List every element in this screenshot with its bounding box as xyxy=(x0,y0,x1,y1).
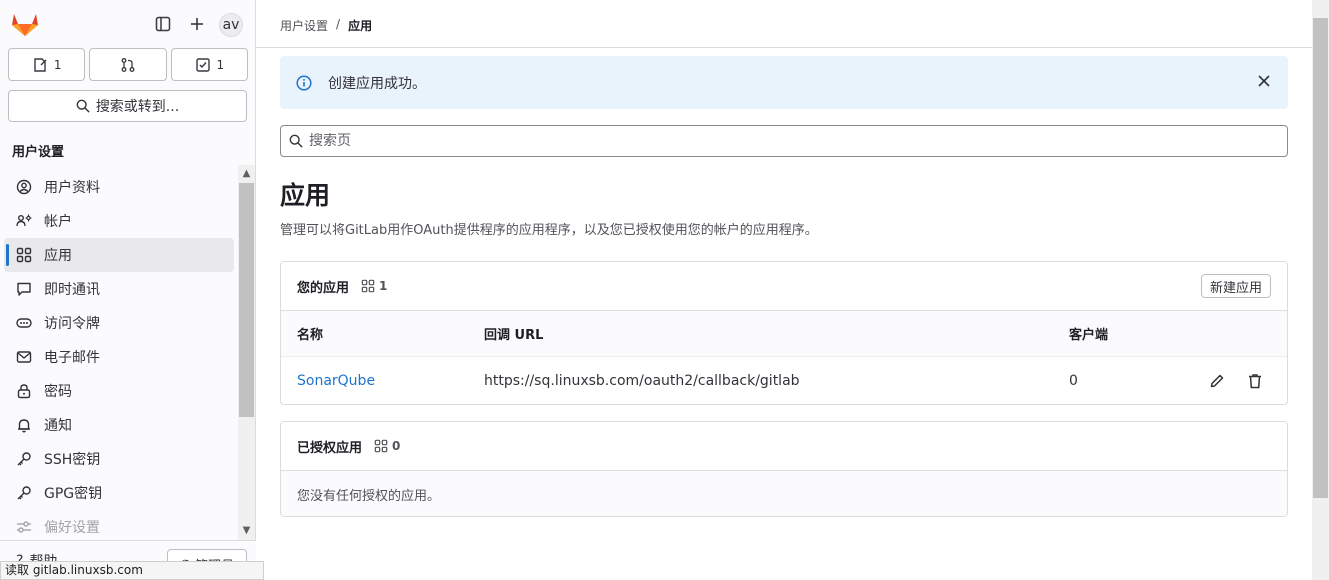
merge-request-icon xyxy=(121,57,135,72)
sidebar-scroll-thumb[interactable] xyxy=(239,183,254,417)
avatar[interactable]: av xyxy=(219,13,243,37)
sidebar-item-account[interactable]: 帐户 xyxy=(4,204,234,238)
sidebar: av 1 1 搜索或转到... 用户设置 用户资料 帐户 应用 即时通讯 访问令… xyxy=(0,0,256,580)
your-apps-count: 1 xyxy=(361,279,387,293)
clients-count: 0 xyxy=(1069,372,1078,389)
todo-icon xyxy=(195,57,210,72)
sidebar-item-notifications[interactable]: 通知 xyxy=(4,408,234,442)
sidebar-item-gpg-keys[interactable]: GPG密钥 xyxy=(4,476,234,510)
search-input[interactable] xyxy=(309,133,1209,149)
breadcrumb-separator: / xyxy=(336,17,341,31)
sidebar-item-label: 偏好设置 xyxy=(44,520,100,536)
your-apps-title: 您的应用 xyxy=(297,280,350,296)
merge-requests-counter[interactable] xyxy=(89,48,167,81)
search-button-label: 搜索或转到... xyxy=(95,99,180,115)
column-header-callback: 回调 URL xyxy=(484,328,544,343)
close-icon[interactable] xyxy=(1256,73,1272,89)
page-description: 管理可以将GitLab用作OAuth提供程序的应用程序，以及您已授权使用您的帐户… xyxy=(280,223,818,238)
sidebar-item-applications[interactable]: 应用 xyxy=(4,238,234,272)
column-header-name: 名称 xyxy=(297,328,324,343)
key-icon xyxy=(16,485,32,501)
issues-counter[interactable]: 1 xyxy=(8,48,86,81)
authorized-apps-count: 0 xyxy=(374,439,400,453)
new-application-button[interactable]: 新建应用 xyxy=(1200,274,1271,298)
sidebar-item-label: GPG密钥 xyxy=(44,486,103,502)
your-apps-count-value: 1 xyxy=(379,279,388,293)
sidebar-nav: 用户资料 帐户 应用 即时通讯 访问令牌 电子邮件 密码 通知 SSH密钥 GP… xyxy=(0,170,238,540)
scroll-up-icon[interactable]: ▲ xyxy=(241,168,252,179)
table-row: SonarQube https://sq.linuxsb.com/oauth2/… xyxy=(281,357,1287,404)
token-icon xyxy=(16,315,32,331)
sidebar-item-password[interactable]: 密码 xyxy=(4,374,234,408)
sidebar-item-chat[interactable]: 即时通讯 xyxy=(4,272,234,306)
edit-icon[interactable] xyxy=(1209,373,1225,389)
sidebar-item-emails[interactable]: 电子邮件 xyxy=(4,340,234,374)
sidebar-item-access-tokens[interactable]: 访问令牌 xyxy=(4,306,234,340)
callback-url: https://sq.linuxsb.com/oauth2/callback/g… xyxy=(484,372,800,389)
authorized-apps-header: 已授权应用 0 xyxy=(281,422,1287,471)
sidebar-item-label: 密码 xyxy=(44,384,72,400)
sidebar-item-label: SSH密钥 xyxy=(44,452,101,468)
mail-icon xyxy=(16,349,32,365)
bell-icon xyxy=(16,417,32,433)
authorized-apps-card: 已授权应用 0 您没有任何授权的应用。 xyxy=(280,421,1288,517)
breadcrumb: 用户设置 / 应用 xyxy=(280,17,372,34)
success-alert: 创建应用成功。 xyxy=(280,56,1288,109)
page-scroll-thumb[interactable] xyxy=(1313,18,1328,498)
applications-icon xyxy=(361,279,375,293)
chat-icon xyxy=(16,281,32,297)
search-icon xyxy=(289,134,303,148)
delete-icon[interactable] xyxy=(1247,373,1263,389)
sidebar-item-label: 电子邮件 xyxy=(44,350,100,366)
page-title: 应用 xyxy=(280,181,331,210)
info-icon xyxy=(296,74,312,91)
todos-counter[interactable]: 1 xyxy=(170,48,248,81)
account-icon xyxy=(16,213,32,229)
page-scrollbar[interactable] xyxy=(1312,0,1329,580)
authorized-apps-count-value: 0 xyxy=(392,439,401,453)
browser-status-bar: 读取 gitlab.linuxsb.com xyxy=(0,561,264,580)
applications-icon xyxy=(374,439,388,453)
page-search xyxy=(280,125,1288,157)
sidebar-item-preferences[interactable]: 偏好设置 xyxy=(4,510,234,540)
applications-icon xyxy=(16,247,32,263)
lock-icon xyxy=(16,383,32,399)
sidebar-toggle-icon[interactable] xyxy=(152,13,174,35)
todos-count: 1 xyxy=(216,57,225,72)
breadcrumb-parent[interactable]: 用户设置 xyxy=(280,17,328,34)
top-bar: 用户设置 / 应用 xyxy=(256,0,1312,48)
sidebar-item-label: 用户资料 xyxy=(44,180,100,196)
sidebar-item-label: 访问令牌 xyxy=(44,316,100,332)
counter-row: 1 1 xyxy=(8,48,248,81)
your-apps-card: 您的应用 1 新建应用 名称 回调 URL 客户端 SonarQube http… xyxy=(280,261,1288,405)
preferences-icon xyxy=(16,519,32,535)
issues-count: 1 xyxy=(53,57,62,72)
sidebar-scrollbar[interactable]: ▲ ▼ xyxy=(238,165,255,540)
alert-message: 创建应用成功。 xyxy=(328,75,426,92)
sidebar-item-label: 帐户 xyxy=(44,214,72,230)
plus-icon[interactable] xyxy=(186,13,208,35)
sidebar-item-label: 通知 xyxy=(44,418,72,434)
profile-icon xyxy=(16,179,32,195)
authorized-apps-empty-message: 您没有任何授权的应用。 xyxy=(281,471,1287,516)
sidebar-item-ssh-keys[interactable]: SSH密钥 xyxy=(4,442,234,476)
gitlab-logo-icon[interactable] xyxy=(11,11,39,37)
sidebar-item-label: 即时通讯 xyxy=(44,282,100,298)
row-actions xyxy=(1209,373,1263,389)
sidebar-item-label: 应用 xyxy=(44,248,72,264)
search-icon xyxy=(76,99,90,113)
authorized-apps-title: 已授权应用 xyxy=(297,440,363,456)
sidebar-section-title: 用户设置 xyxy=(12,145,65,160)
scroll-down-icon[interactable]: ▼ xyxy=(241,525,252,536)
table-header: 名称 回调 URL 客户端 xyxy=(281,311,1287,357)
key-icon xyxy=(16,451,32,467)
your-apps-header: 您的应用 1 新建应用 xyxy=(281,262,1287,311)
column-header-clients: 客户端 xyxy=(1069,328,1109,343)
breadcrumb-current[interactable]: 应用 xyxy=(348,17,372,34)
issues-icon xyxy=(34,57,47,72)
search-button[interactable]: 搜索或转到... xyxy=(8,90,247,122)
sidebar-item-profile[interactable]: 用户资料 xyxy=(4,170,234,204)
application-name-link[interactable]: SonarQube xyxy=(297,357,375,404)
